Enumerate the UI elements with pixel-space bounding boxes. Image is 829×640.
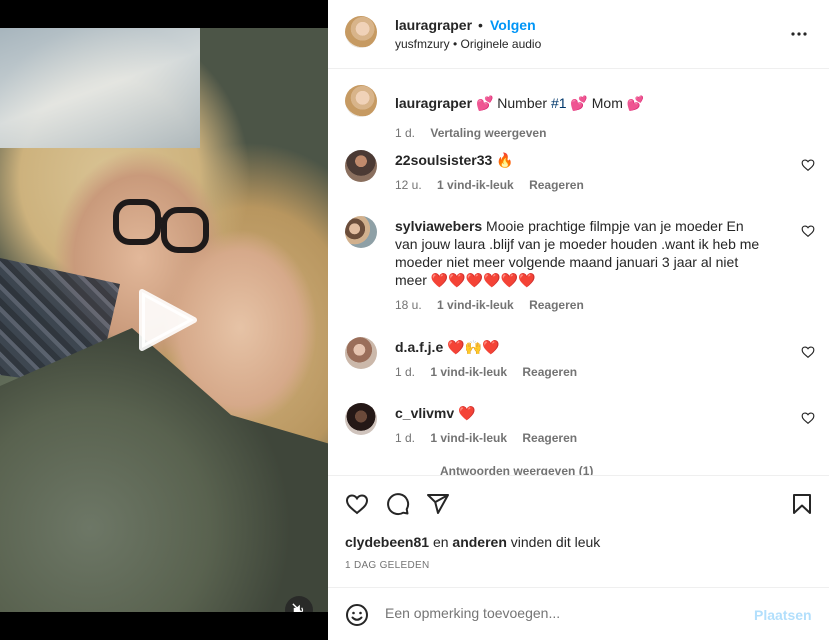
heart-icon[interactable] xyxy=(801,345,815,359)
caption-hashtag[interactable]: #1 xyxy=(551,95,567,111)
comment-avatar[interactable] xyxy=(345,216,377,248)
comment-composer: Plaatsen xyxy=(328,589,829,640)
comment-item: d.a.f.j.e ❤️🙌❤️ 1 d. 1 vind-ik-leuk Reag… xyxy=(345,337,815,379)
reply-button[interactable]: Reageren xyxy=(529,298,584,312)
view-replies-link[interactable]: Antwoorden weergeven (1) xyxy=(440,464,593,475)
comment-text: c_vlivmv ❤️ xyxy=(395,404,765,422)
comment-username[interactable]: 22soulsister33 xyxy=(395,152,492,168)
author-avatar[interactable] xyxy=(345,16,377,48)
comment-text: 22soulsister33 🔥 xyxy=(395,151,765,169)
separator-dot: • xyxy=(478,17,483,33)
caption-age: 1 d. xyxy=(395,126,416,140)
caption-body-b: 💕 Mom 💕 xyxy=(566,95,645,111)
likes-mid: en xyxy=(429,534,453,550)
translate-link[interactable]: Vertaling weergeven xyxy=(430,126,546,140)
reply-button[interactable]: Reageren xyxy=(529,178,584,192)
comment-age: 1 d. xyxy=(395,431,416,445)
comment-avatar[interactable] xyxy=(345,403,377,435)
comment-age: 18 u. xyxy=(395,298,422,312)
caption-meta: 1 d. Vertaling weergeven xyxy=(395,126,558,140)
likes-others-link[interactable]: anderen xyxy=(452,534,506,550)
comment-username[interactable]: sylviawebers xyxy=(395,218,482,234)
comment-avatar[interactable] xyxy=(345,150,377,182)
comment-meta: 18 u. 1 vind-ik-leuk Reageren xyxy=(395,298,596,312)
post-caption: lauragraper 💕 Number #1 💕 Mom 💕 1 d. Ver… xyxy=(345,85,815,140)
comment-item: c_vlivmv ❤️ 1 d. 1 vind-ik-leuk Reageren xyxy=(345,403,815,445)
comment-body: ❤️ xyxy=(454,405,476,421)
comment-likes[interactable]: 1 vind-ik-leuk xyxy=(437,178,514,192)
emoji-smiley-icon[interactable] xyxy=(345,603,369,627)
likes-summary: clydebeen81 en anderen vinden dit leuk xyxy=(345,534,600,550)
paper-plane-icon[interactable] xyxy=(426,492,450,516)
comment-meta: 12 u. 1 vind-ik-leuk Reageren xyxy=(395,178,596,192)
follow-button[interactable]: Volgen xyxy=(490,17,536,33)
comment-body: ❤️🙌❤️ xyxy=(443,339,500,355)
video-glasses-detail xyxy=(113,199,209,253)
audio-attribution[interactable]: yusfmzury • Originele audio xyxy=(395,37,541,51)
reply-button[interactable]: Reageren xyxy=(522,365,577,379)
heart-icon[interactable] xyxy=(345,492,369,516)
comment-avatar[interactable] xyxy=(345,337,377,369)
comment-likes[interactable]: 1 vind-ik-leuk xyxy=(430,365,507,379)
caption-text: lauragraper 💕 Number #1 💕 Mom 💕 xyxy=(395,94,765,112)
caption-username[interactable]: lauragraper xyxy=(395,95,472,111)
comment-input[interactable] xyxy=(385,605,735,621)
video-background-window xyxy=(0,28,200,148)
post-date: 1 DAG GELEDEN xyxy=(345,560,430,571)
post-header: lauragraper • Volgen yusfmzury • Origine… xyxy=(328,0,829,69)
post-video[interactable] xyxy=(0,28,328,612)
comment-bubble-icon[interactable] xyxy=(386,492,410,516)
comment-text: d.a.f.j.e ❤️🙌❤️ xyxy=(395,338,765,356)
post-actions: clydebeen81 en anderen vinden dit leuk 1… xyxy=(328,475,829,588)
comment-text: sylviawebers Mooie prachtige filmpje van… xyxy=(395,217,765,289)
reply-button[interactable]: Reageren xyxy=(522,431,577,445)
comment-age: 1 d. xyxy=(395,365,416,379)
author-username[interactable]: lauragraper xyxy=(395,17,472,33)
post-comment-button[interactable]: Plaatsen xyxy=(754,607,812,623)
comment-body: 🔥 xyxy=(492,152,514,168)
heart-icon[interactable] xyxy=(801,411,815,425)
comment-item: sylviawebers Mooie prachtige filmpje van… xyxy=(345,216,815,316)
caption-body-a: 💕 Number xyxy=(475,95,551,111)
post-sidebar: lauragraper • Volgen yusfmzury • Origine… xyxy=(328,0,829,640)
heart-icon[interactable] xyxy=(801,158,815,172)
caption-author-avatar[interactable] xyxy=(345,85,377,117)
comment-meta: 1 d. 1 vind-ik-leuk Reageren xyxy=(395,365,589,379)
play-icon[interactable] xyxy=(132,286,200,354)
bookmark-icon[interactable] xyxy=(790,492,814,516)
comment-likes[interactable]: 1 vind-ik-leuk xyxy=(437,298,514,312)
likes-user-link[interactable]: clydebeen81 xyxy=(345,534,429,550)
muted-speaker-icon xyxy=(292,603,304,612)
likes-tail: vinden dit leuk xyxy=(506,534,601,550)
comment-meta: 1 d. 1 vind-ik-leuk Reageren xyxy=(395,431,589,445)
more-options-icon[interactable] xyxy=(787,22,811,46)
comment-item: 22soulsister33 🔥 12 u. 1 vind-ik-leuk Re… xyxy=(345,150,815,192)
comment-username[interactable]: c_vlivmv xyxy=(395,405,454,421)
comment-username[interactable]: d.a.f.j.e xyxy=(395,339,443,355)
comments-list[interactable]: lauragraper 💕 Number #1 💕 Mom 💕 1 d. Ver… xyxy=(328,69,829,475)
comment-likes[interactable]: 1 vind-ik-leuk xyxy=(430,431,507,445)
heart-icon[interactable] xyxy=(801,224,815,238)
instagram-post-modal: lauragraper • Volgen yusfmzury • Origine… xyxy=(0,0,829,640)
comment-age: 12 u. xyxy=(395,178,422,192)
